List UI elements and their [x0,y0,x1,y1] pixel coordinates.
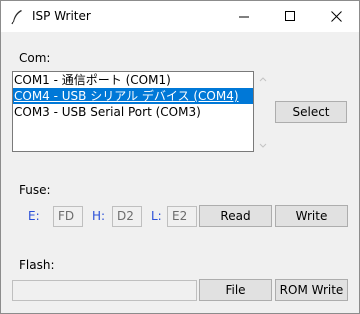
fuse-e-label: E: [28,209,40,223]
maximize-button[interactable] [267,1,313,32]
minimize-icon [238,16,249,18]
feather-icon [11,10,22,25]
window-title: ISP Writer [32,9,91,23]
title-bar: ISP Writer [1,1,359,32]
flash-file-path-field[interactable] [12,280,197,301]
read-button[interactable]: Read [199,205,272,227]
scroll-down-icon[interactable] [258,142,268,150]
rom-write-button[interactable]: ROM Write [275,279,348,301]
fuse-l-field[interactable]: E2 [167,206,197,227]
com-port-list[interactable]: COM1 - 通信ポート (COM1) COM4 - USB シリアル デバイス… [12,71,254,152]
flash-label: Flash: [19,258,55,272]
isp-writer-window: ISP Writer Com: COM1 - 通信ポート (COM1) COM4… [0,0,360,314]
scroll-up-icon[interactable] [258,75,268,83]
fuse-h-field[interactable]: D2 [112,206,142,227]
minimize-button[interactable] [221,1,267,32]
maximize-icon [284,11,295,21]
file-button[interactable]: File [199,279,272,301]
close-button[interactable] [313,1,359,32]
com-port-item-selected[interactable]: COM4 - USB シリアル デバイス (COM4) [13,88,253,104]
fuse-label: Fuse: [19,183,51,197]
write-button[interactable]: Write [275,205,348,227]
com-port-item[interactable]: COM3 - USB Serial Port (COM3) [13,104,253,120]
fuse-l-label: L: [151,209,162,223]
com-port-item[interactable]: COM1 - 通信ポート (COM1) [13,72,253,88]
com-label: Com: [19,51,51,65]
select-button[interactable]: Select [275,101,347,123]
fuse-e-field[interactable]: FD [53,206,83,227]
fuse-h-label: H: [92,209,106,223]
close-icon [330,11,342,22]
